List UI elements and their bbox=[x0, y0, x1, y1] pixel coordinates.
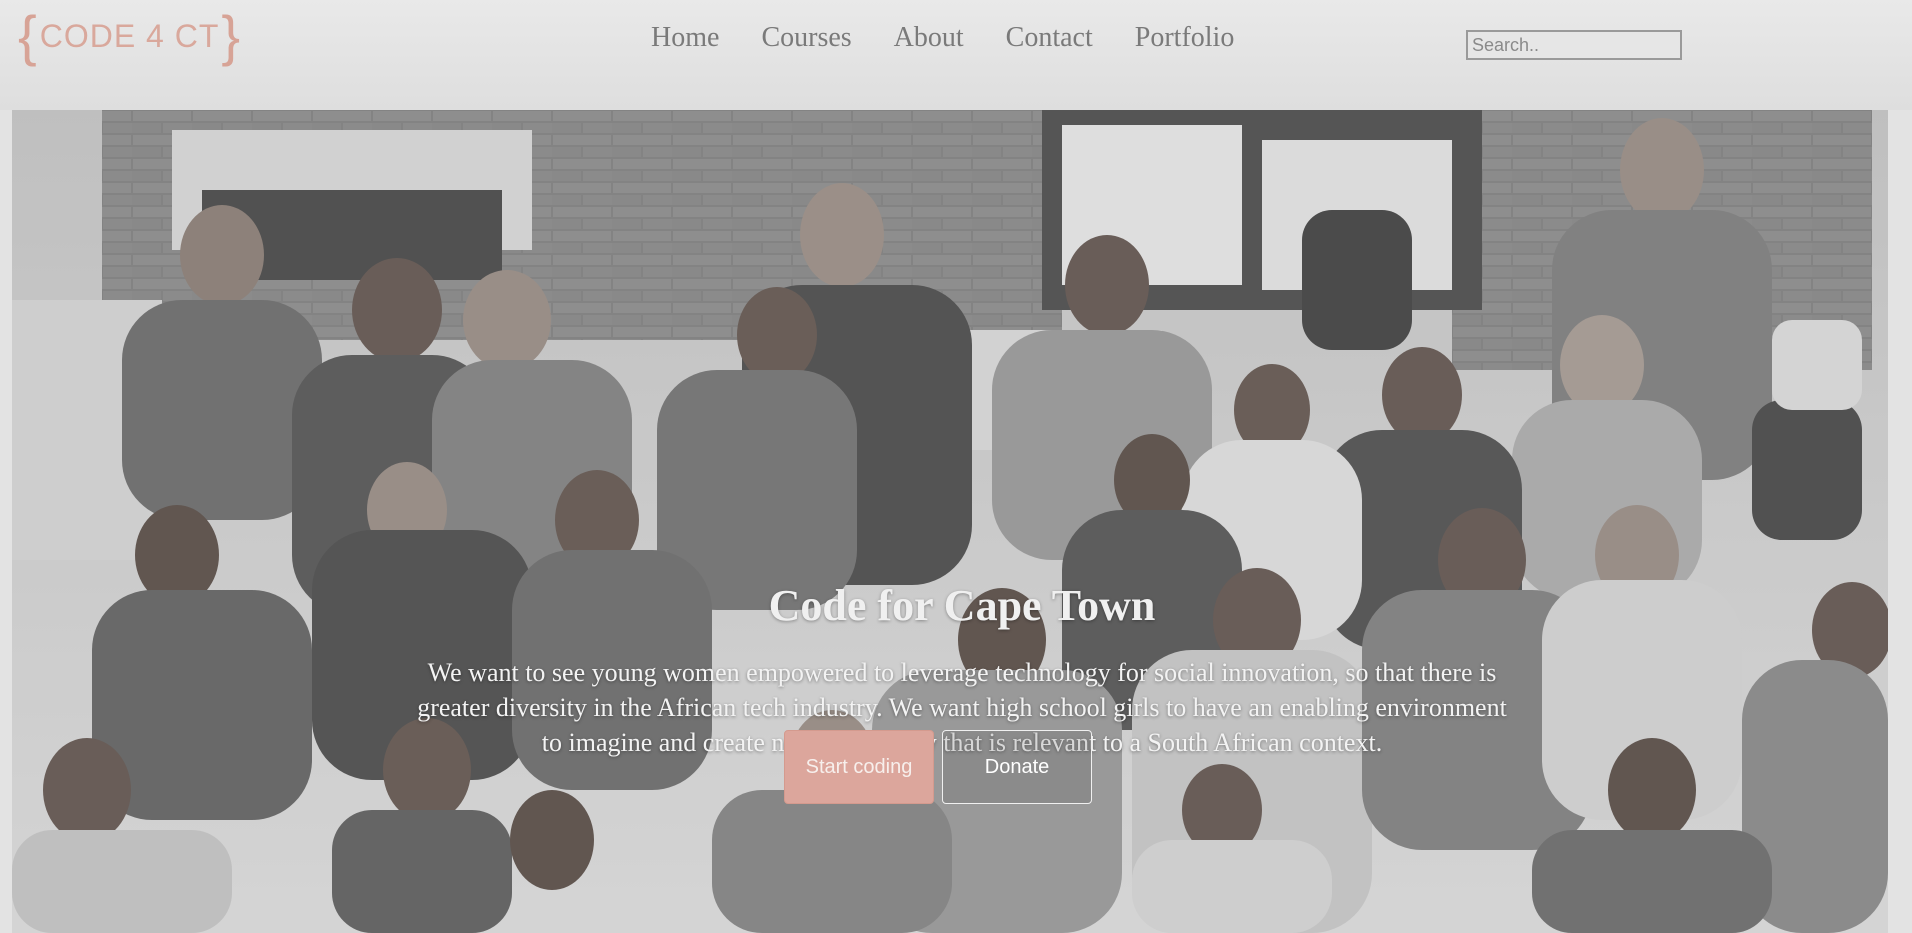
main-nav: Home Courses About Contact Portfolio bbox=[630, 22, 1255, 54]
search-input[interactable] bbox=[1466, 30, 1682, 60]
logo-brace-left: { bbox=[18, 4, 38, 67]
nav-contact[interactable]: Contact bbox=[985, 22, 1114, 54]
nav-courses[interactable]: Courses bbox=[740, 22, 872, 54]
nav-about[interactable]: About bbox=[873, 22, 985, 54]
logo-brace-right: } bbox=[221, 4, 242, 67]
hero-section: Code for Cape Town We want to see young … bbox=[12, 110, 1888, 933]
hero-overlay bbox=[12, 110, 1888, 933]
start-coding-button[interactable]: Start coding bbox=[784, 730, 934, 804]
nav-home[interactable]: Home bbox=[630, 22, 740, 54]
hero-title: Code for Cape Town bbox=[768, 581, 1156, 630]
hero-buttons: Start coding Donate bbox=[784, 730, 1092, 804]
nav-portfolio[interactable]: Portfolio bbox=[1114, 22, 1256, 54]
donate-button[interactable]: Donate bbox=[942, 730, 1092, 804]
logo-text: CODE 4 CT bbox=[39, 17, 220, 54]
top-navbar: { CODE 4 CT } Home Courses About Contact… bbox=[0, 0, 1912, 110]
logo[interactable]: { CODE 4 CT } bbox=[18, 6, 241, 66]
